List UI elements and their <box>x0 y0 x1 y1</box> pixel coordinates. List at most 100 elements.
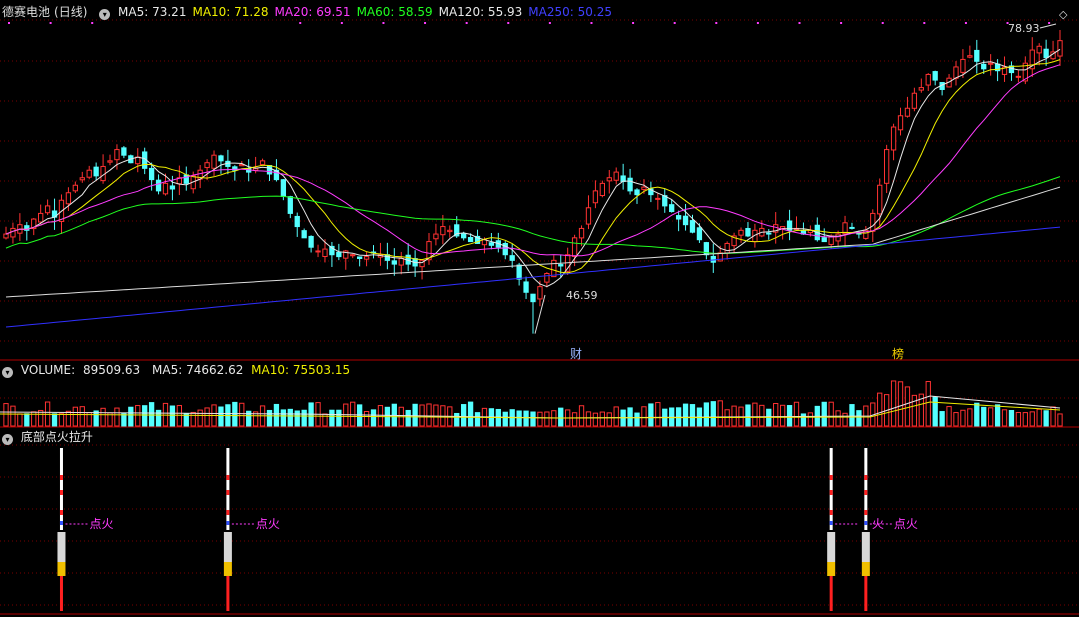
volume-bar <box>793 401 800 427</box>
candle-body <box>433 233 439 240</box>
volume-bar <box>849 404 855 427</box>
signal-dot <box>424 22 427 24</box>
signal-dot <box>798 22 801 24</box>
candle-body <box>3 233 9 239</box>
signal-dot <box>382 22 385 24</box>
candle-body <box>849 226 855 229</box>
signal-dot <box>91 22 94 24</box>
volume-bar <box>717 400 723 427</box>
candle-body <box>509 255 515 261</box>
volume-bar <box>523 410 529 427</box>
volume-bar <box>953 412 959 427</box>
candle-body <box>1043 48 1049 59</box>
kline-chart[interactable]: 点火 点火火点火 <box>0 0 1079 617</box>
volume-bar <box>467 401 474 427</box>
high-pointer <box>1039 23 1057 29</box>
volume-bar <box>585 411 592 427</box>
volume-bar <box>190 411 196 427</box>
candle-body <box>363 256 370 260</box>
candle-body <box>821 237 827 243</box>
candle-body <box>627 177 633 192</box>
volume-bar <box>294 410 300 427</box>
candle-body <box>239 164 245 167</box>
volume-bar <box>842 412 848 427</box>
volume-bar <box>773 403 779 427</box>
volume-bar <box>994 404 1001 427</box>
volume-bar <box>599 411 605 427</box>
candle-body <box>558 264 564 267</box>
stock-title: 德赛电池 (日线) <box>2 5 88 19</box>
volume-bar <box>897 381 904 427</box>
rocket-flame <box>827 562 836 576</box>
volume-bar <box>363 410 370 427</box>
volume-bar <box>904 386 911 427</box>
candle-body <box>779 226 786 229</box>
candle-body <box>669 204 675 213</box>
candle-body <box>877 184 883 215</box>
volume-bar <box>828 401 834 427</box>
volume-bar <box>135 405 141 427</box>
volume-bar <box>93 410 99 427</box>
volume-bar <box>946 406 952 427</box>
candle-body <box>724 242 730 254</box>
candle-body <box>516 264 522 280</box>
collapse-icon[interactable]: ▾ <box>99 9 111 20</box>
rocket-marker <box>829 521 833 525</box>
candle-body <box>981 63 987 70</box>
rocket-stripe <box>829 510 833 515</box>
candle-body <box>544 273 550 283</box>
volume-bar <box>1015 412 1022 427</box>
candle-body <box>641 186 647 190</box>
ma-legend-item: MA250: 50.25 <box>528 5 612 19</box>
volume-legend: ▾ VOLUME: 89509.63 MA5: 74662.62 MA10: 7… <box>2 362 354 378</box>
candle-body <box>38 212 44 223</box>
volume-bar <box>648 403 654 427</box>
volume-bar <box>1001 409 1008 427</box>
volume-bar <box>537 411 543 427</box>
volume-bar <box>655 402 661 427</box>
candle-body <box>162 182 169 195</box>
ma-legend-item: MA10: 71.28 <box>192 5 269 19</box>
volume-ma10: MA10: 75503.15 <box>251 363 351 377</box>
signal-dot <box>756 22 759 24</box>
rocket-stripe <box>226 490 230 495</box>
volume-bar <box>988 407 994 427</box>
volume-bar <box>779 404 786 427</box>
candle-body <box>766 232 772 235</box>
volume-bar <box>79 406 85 427</box>
volume-bar <box>856 410 862 427</box>
volume-bar <box>148 402 155 427</box>
candle-body <box>689 220 696 233</box>
rocket-stripe <box>829 490 833 495</box>
volume-bar <box>65 410 72 427</box>
indicator-title: 底部点火拉升 <box>20 430 93 444</box>
volume-bar <box>911 394 918 427</box>
collapse-icon[interactable]: ▾ <box>2 434 13 445</box>
ma5-line <box>5 48 1061 288</box>
volume-bar <box>1022 412 1028 427</box>
candle-body <box>745 227 751 237</box>
candle-body <box>148 167 155 181</box>
candle-body <box>350 254 356 257</box>
signal-label: 点火 <box>256 517 280 531</box>
volume-bar <box>592 412 599 427</box>
diamond-icon[interactable]: ◇ <box>1059 8 1067 21</box>
signal-dot <box>840 22 843 24</box>
candle-body <box>1036 45 1042 54</box>
signal-dot <box>8 22 10 24</box>
rocket-flame <box>223 562 232 576</box>
candle-body <box>960 58 966 73</box>
event-marker-rank[interactable]: 榜 <box>892 345 904 362</box>
volume-bar <box>197 409 203 427</box>
volume-bar <box>377 405 384 427</box>
candle-body <box>578 227 585 239</box>
candle-body <box>10 227 16 238</box>
collapse-icon[interactable]: ▾ <box>2 367 13 378</box>
candle-body <box>953 66 959 79</box>
candle-body <box>155 179 162 192</box>
signal-dot <box>590 22 593 24</box>
rocket-marker <box>226 521 230 525</box>
ma20-line <box>5 64 1061 257</box>
event-marker-finance[interactable]: 财 <box>570 345 582 362</box>
volume-bar <box>835 410 841 427</box>
